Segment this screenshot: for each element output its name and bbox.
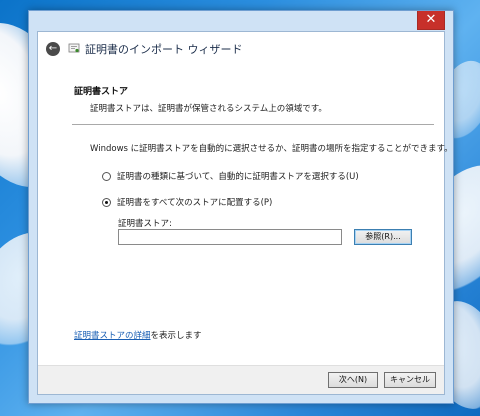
wizard-window: ✕ ← 証明書のインポート ウィザード 証明書ストア 証明書ストアは、証明書が保… [28,10,454,404]
section-title: 証明書ストア [74,87,129,97]
divider [72,124,434,125]
radio-place-in-store[interactable]: 証明書をすべて次のストアに配置する(P) [102,196,272,208]
back-button[interactable]: ← [46,42,60,56]
browse-button[interactable]: 参照(R)... [354,229,412,245]
close-icon: ✕ [425,12,437,27]
details-text: 証明書ストアの詳細を表示します [74,329,202,341]
store-label: 証明書ストア: [118,219,172,229]
store-input[interactable] [118,229,342,245]
cancel-button[interactable]: キャンセル [384,372,436,388]
radio-auto-select[interactable]: 証明書の種類に基づいて、自動的に証明書ストアを選択する(U) [102,170,359,182]
radio-button-selected[interactable] [102,197,111,207]
wizard-header: ← 証明書のインポート ウィザード [38,32,444,66]
next-button[interactable]: 次へ(N) [328,372,378,388]
certificate-icon [68,43,80,53]
close-button[interactable]: ✕ [417,11,445,30]
back-arrow-icon: ← [48,43,58,54]
wizard-title: 証明書のインポート ウィザード [85,43,243,56]
radio-place-in-store-label: 証明書をすべて次のストアに配置する(P) [117,198,273,208]
store-details-link[interactable]: 証明書ストアの詳細 [74,331,151,341]
radio-auto-select-label: 証明書の種類に基づいて、自動的に証明書ストアを選択する(U) [117,172,359,182]
intro-text: Windows に証明書ストアを自動的に選択させるか、証明書の場所を指定すること… [90,144,453,154]
radio-button[interactable] [102,171,111,181]
details-suffix: を表示します [150,331,202,341]
section-description: 証明書ストアは、証明書が保管されるシステム上の領域です。 [90,104,327,114]
wizard-footer: 次へ(N) キャンセル [38,365,444,394]
wizard-content: ← 証明書のインポート ウィザード 証明書ストア 証明書ストアは、証明書が保管さ… [37,31,453,395]
